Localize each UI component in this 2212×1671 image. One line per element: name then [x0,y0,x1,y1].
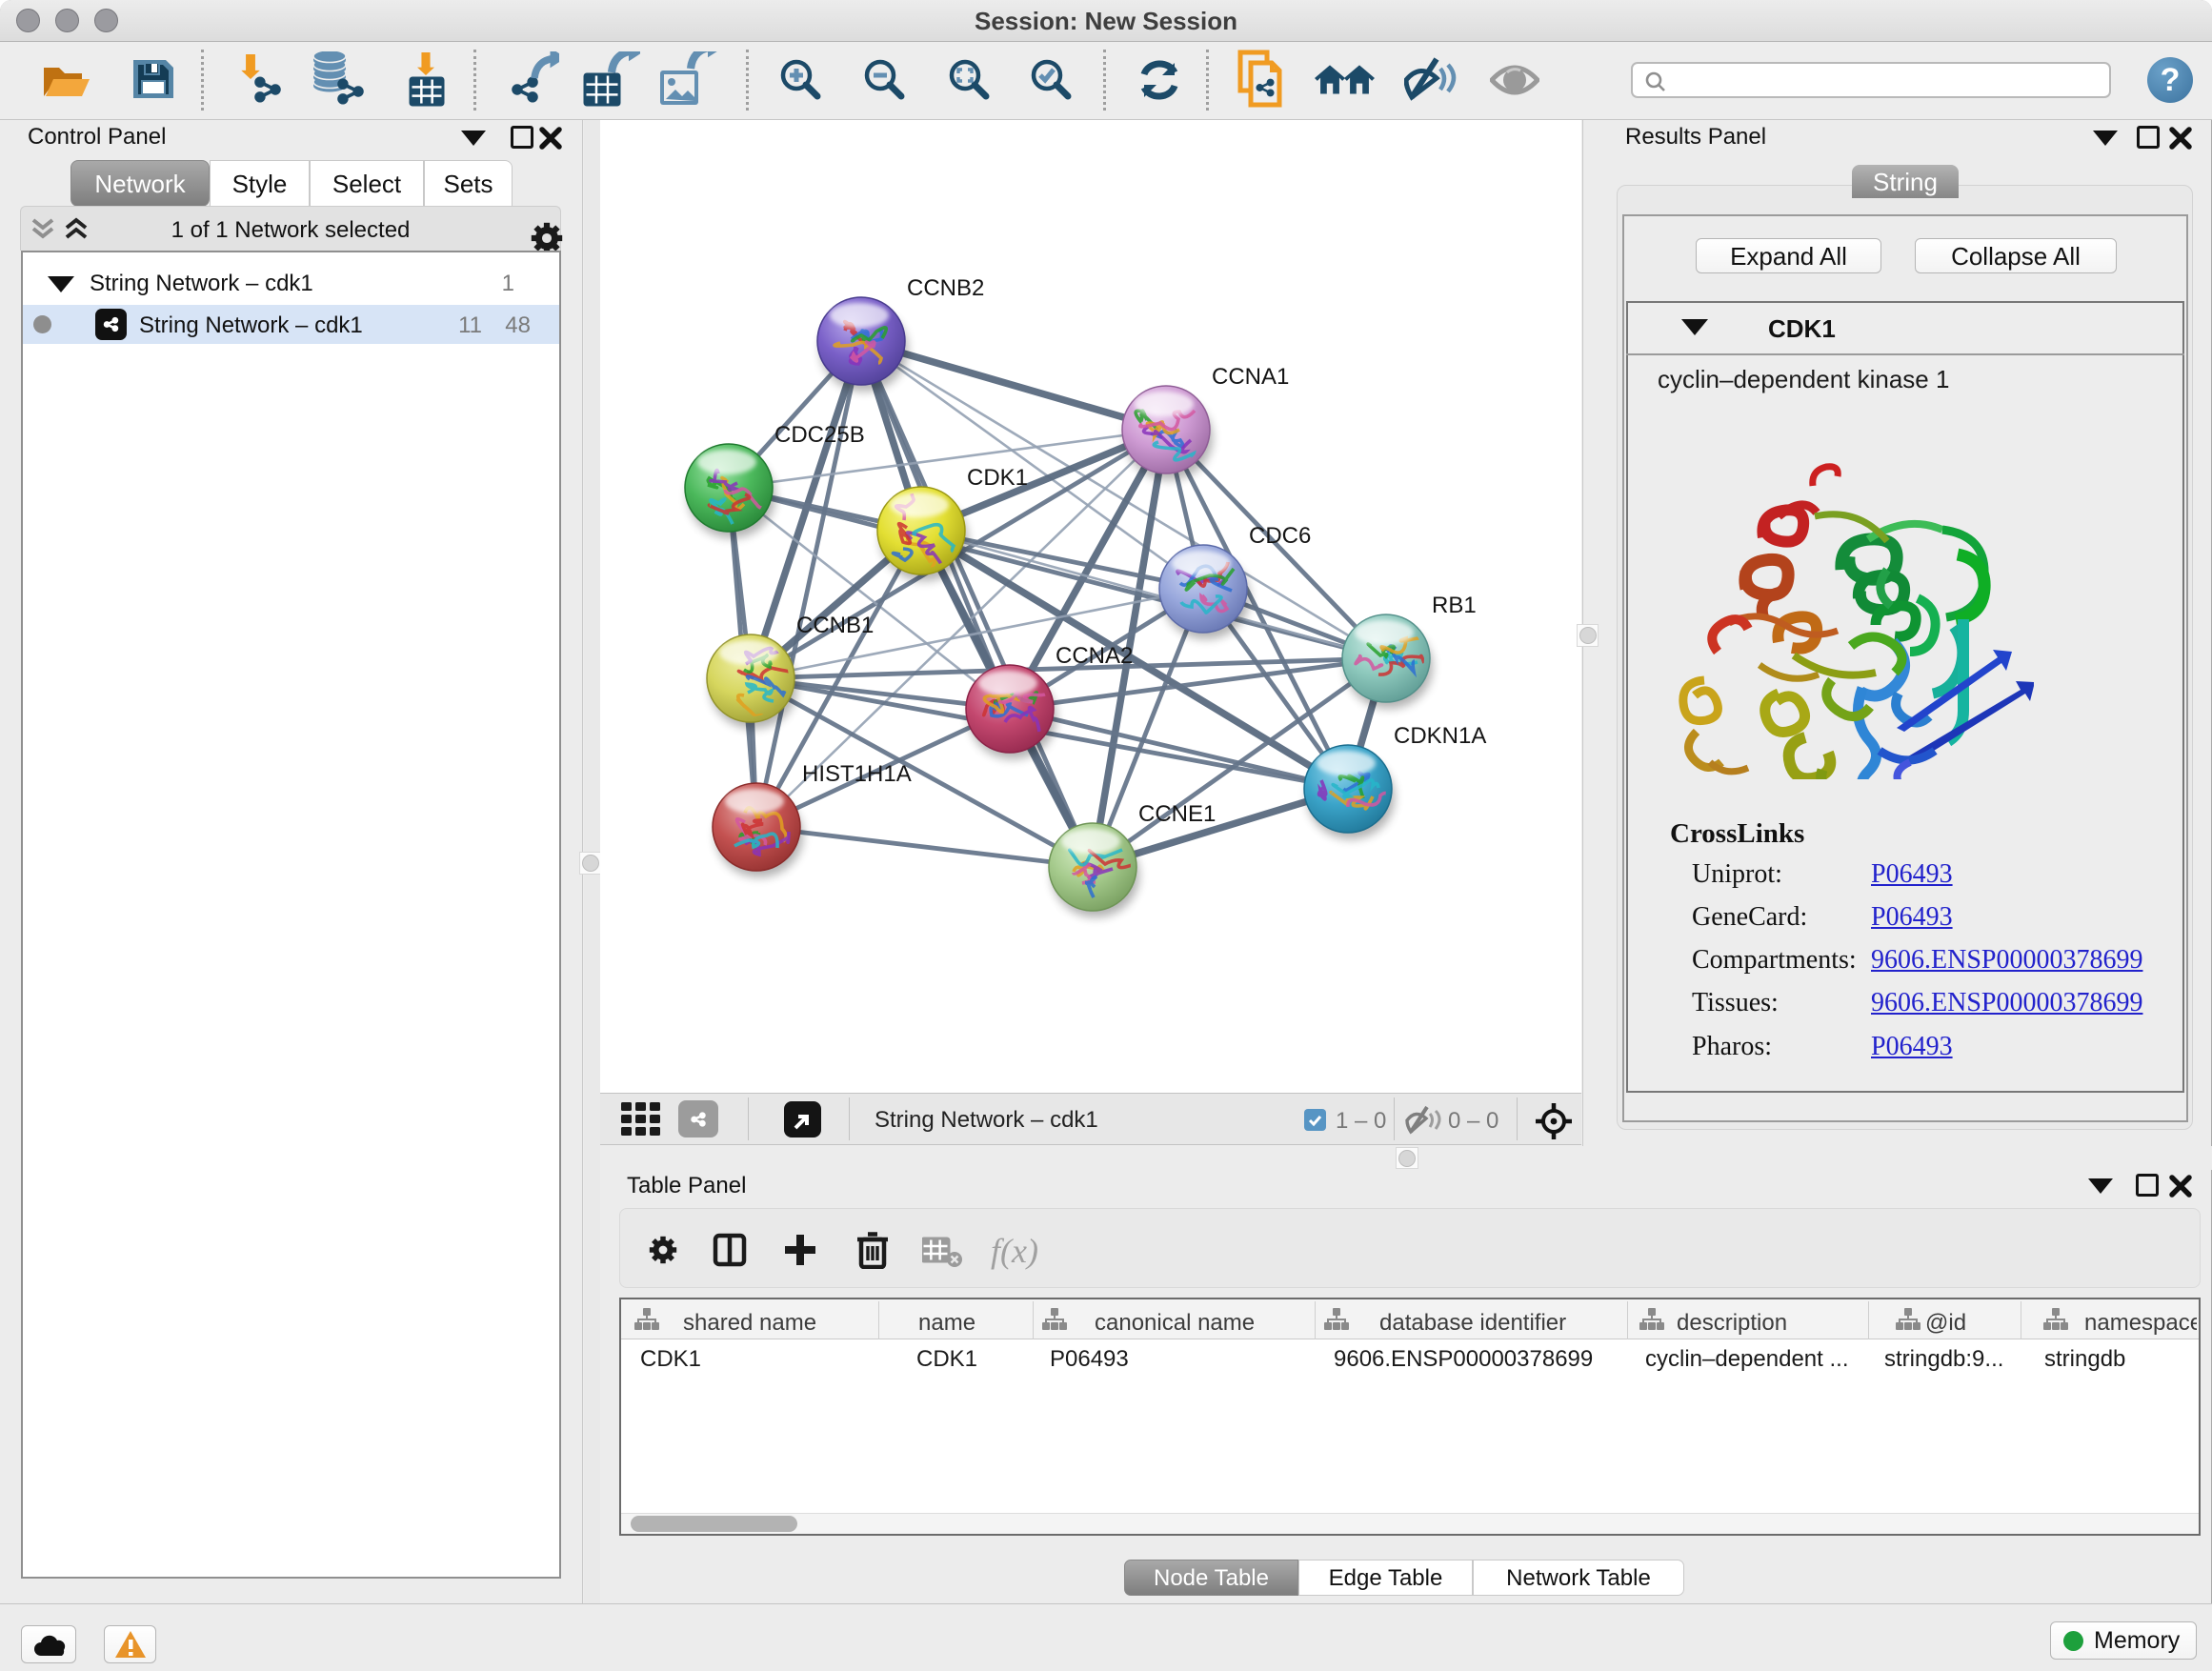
svg-text:CCNA1: CCNA1 [1212,364,1289,390]
svg-text:CDC6: CDC6 [1249,523,1311,549]
svg-text:CCNE1: CCNE1 [1138,801,1216,827]
svg-text:RB1: RB1 [1432,593,1477,618]
svg-text:CCNA2: CCNA2 [1056,643,1133,669]
svg-text:CDKN1A: CDKN1A [1394,723,1486,749]
svg-text:CDK1: CDK1 [967,465,1028,491]
svg-text:HIST1H1A: HIST1H1A [802,761,912,787]
svg-text:CCNB1: CCNB1 [796,613,874,638]
svg-text:CCNB2: CCNB2 [907,275,984,301]
svg-text:CDC25B: CDC25B [774,422,865,448]
